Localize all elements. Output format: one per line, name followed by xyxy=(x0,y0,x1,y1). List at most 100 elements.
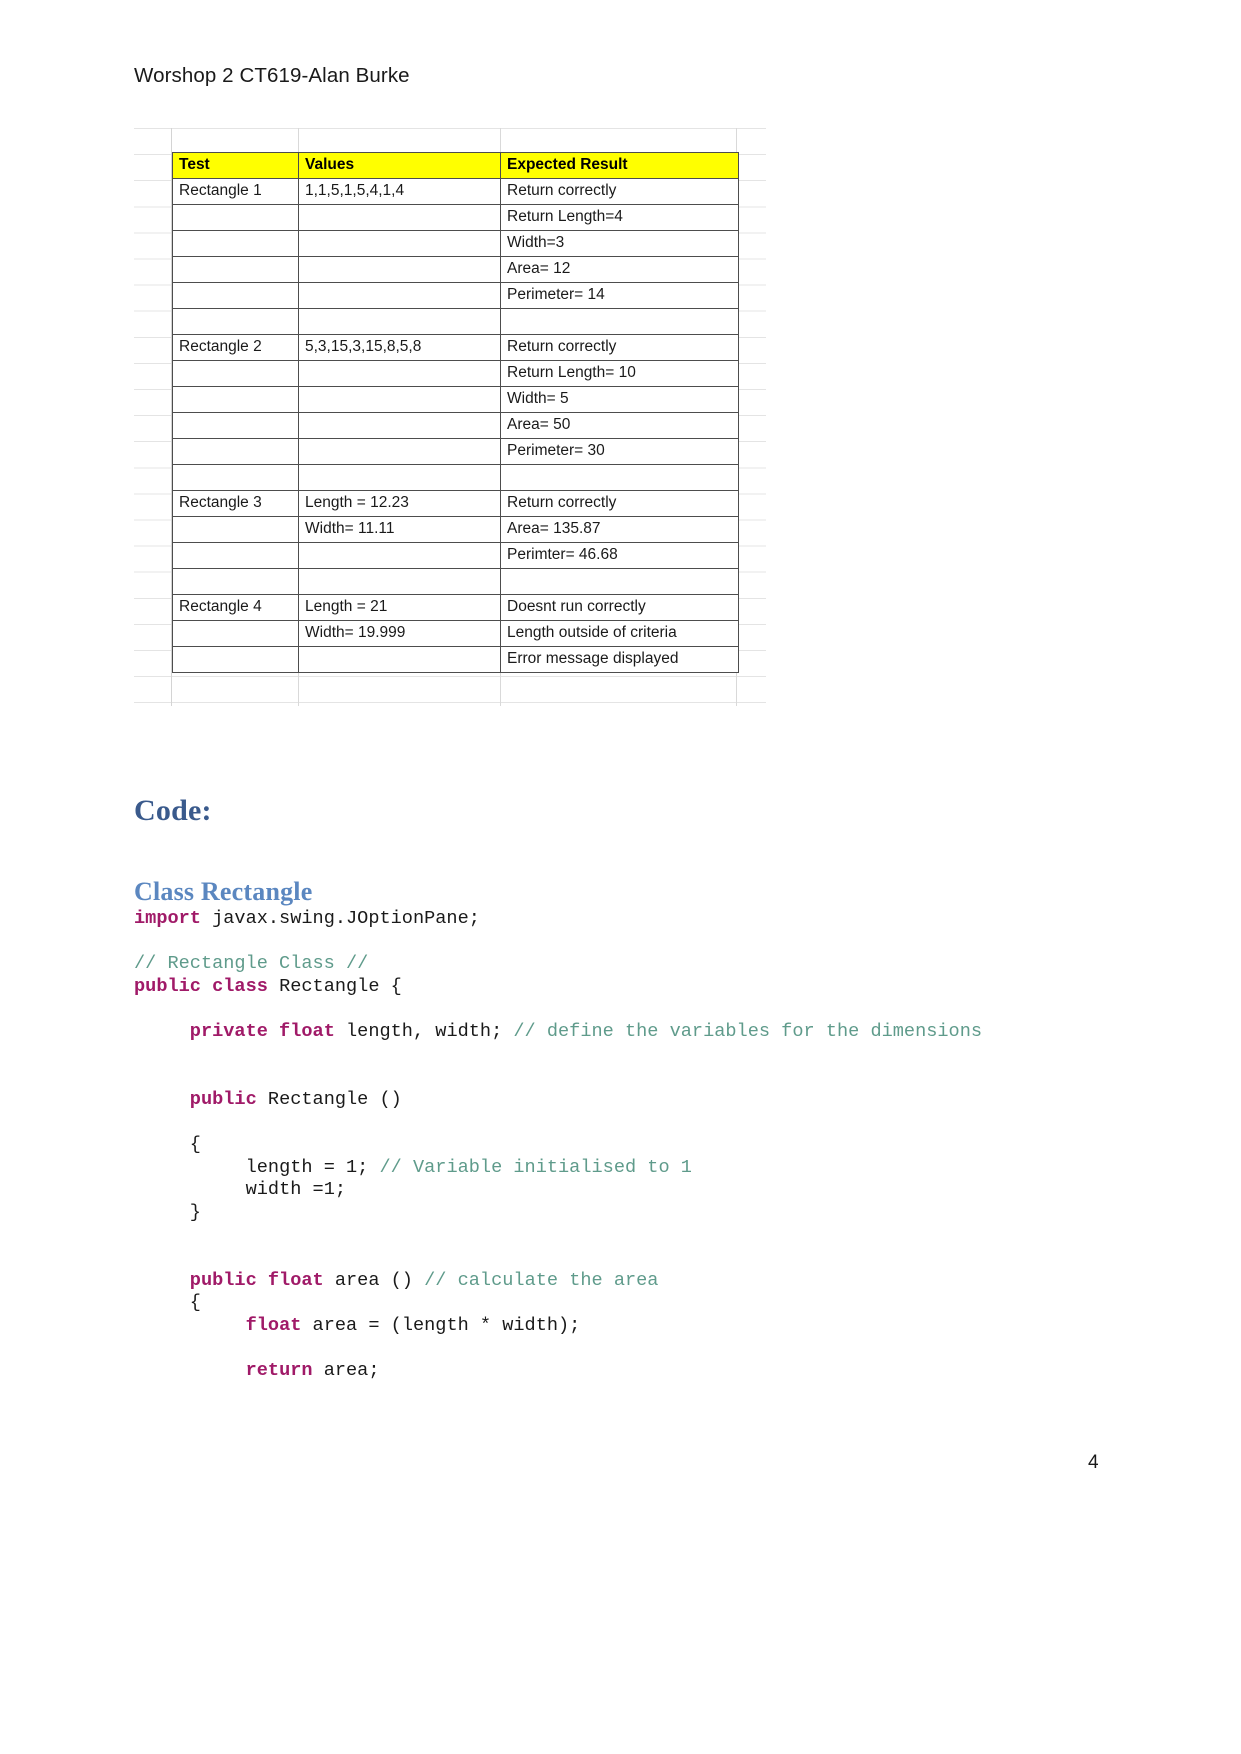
table-row: Area= 12 xyxy=(172,256,739,283)
table-row: Area= 50 xyxy=(172,412,739,439)
cell-values: Length = 21 xyxy=(298,594,501,621)
code-line: length = 1; // Variable initialised to 1 xyxy=(134,1157,1134,1180)
cell-values xyxy=(298,438,501,465)
table-row: Width= 5 xyxy=(172,386,739,413)
cell-values: Width= 19.999 xyxy=(298,620,501,647)
table-row: Rectangle 2 5,3,15,3,15,8,5,8 Return corre… xyxy=(172,334,739,361)
table-row: Perimter= 46.68 xyxy=(172,542,739,569)
heading-code: Code: xyxy=(134,794,212,827)
cell-test: Rectangle 2 xyxy=(172,334,299,361)
table-row: Perimeter= 14 xyxy=(172,282,739,309)
cell-expected: Area= 12 xyxy=(500,256,739,283)
code-token-pl: area = (length * width); xyxy=(301,1314,581,1336)
cell-test xyxy=(172,438,299,465)
code-token-pl: length, width; xyxy=(334,1020,514,1042)
cell-values xyxy=(298,230,501,257)
heading-class-rectangle: Class Rectangle xyxy=(134,877,313,906)
cell-test xyxy=(172,646,299,673)
page-header-title: Worshop 2 CT619-Alan Burke xyxy=(134,64,410,87)
table-row: Width= 11.11 Area= 135.87 xyxy=(172,516,739,543)
cell-expected: Area= 50 xyxy=(500,412,739,439)
cell-expected: Perimter= 46.68 xyxy=(500,542,739,569)
table-row: Return Length= 10 xyxy=(172,360,739,387)
cell-values: 5,3,15,3,15,8,5,8 xyxy=(298,334,501,361)
cell-expected xyxy=(500,568,739,595)
table-body: Rectangle 1 1,1,5,1,5,4,1,4 Return correct… xyxy=(172,178,739,673)
column-header-expected: Expected Result xyxy=(500,152,739,179)
cell-values xyxy=(298,386,501,413)
cell-test xyxy=(172,464,299,491)
page-number: 4 xyxy=(1088,1452,1099,1473)
table-row: Width= 19.999 Length outside of criteria xyxy=(172,620,739,647)
table-row xyxy=(172,568,739,595)
code-token-pl: area; xyxy=(312,1359,380,1381)
cell-values xyxy=(298,412,501,439)
cell-test xyxy=(172,282,299,309)
column-header-test: Test xyxy=(172,152,299,179)
cell-expected: Return correctly xyxy=(500,178,739,205)
table-header-row: Test Values Expected Result xyxy=(172,152,739,179)
cell-expected: Return correctly xyxy=(500,334,739,361)
cell-expected: Doesnt run correctly xyxy=(500,594,739,621)
cell-expected: Perimeter= 14 xyxy=(500,282,739,309)
cell-values: Width= 11.11 xyxy=(298,516,501,543)
cell-test xyxy=(172,568,299,595)
cell-test xyxy=(172,256,299,283)
code-token-kw: import xyxy=(134,908,201,929)
test-case-table: Test Values Expected Result Rectangle 11… xyxy=(172,152,739,673)
test-table-screenshot: Test Values Expected Result Rectangle 11… xyxy=(134,128,766,706)
code-line: float area = (length * width); xyxy=(134,1315,1134,1338)
cell-expected: Width= 5 xyxy=(500,386,739,413)
cell-values xyxy=(298,308,501,335)
code-line: { xyxy=(134,1134,1134,1157)
table-row xyxy=(172,308,739,335)
code-token-pl: { xyxy=(134,1292,201,1314)
cell-test xyxy=(172,620,299,647)
cell-test xyxy=(172,542,299,569)
column-header-values: Values xyxy=(298,152,501,179)
cell-test xyxy=(172,230,299,257)
cell-test: Rectangle 4 xyxy=(172,594,299,621)
cell-test: Rectangle 1 xyxy=(172,178,299,205)
code-token-cm: // Rectangle Class // xyxy=(134,953,369,975)
cell-values: Length = 12.23 xyxy=(298,490,501,517)
code-token-pl: { xyxy=(134,1133,201,1155)
code-token-kw: return xyxy=(245,1359,313,1381)
cell-values xyxy=(298,282,501,309)
cell-values xyxy=(298,256,501,283)
code-line: return area; xyxy=(134,1360,1134,1383)
cell-test xyxy=(172,386,299,413)
code-token-pl: Rectangle { xyxy=(267,975,402,997)
code-listing: import javax.swing.JOptionPane; // Recta… xyxy=(134,908,1134,1382)
code-token-cm: // define the variables for the dimensio… xyxy=(513,1020,983,1042)
code-token-pl: } xyxy=(134,1201,201,1223)
code-line: } xyxy=(134,1202,1134,1225)
cell-expected: Return Length=4 xyxy=(500,204,739,231)
cell-values xyxy=(298,646,501,673)
cell-expected: Return Length= 10 xyxy=(500,360,739,387)
code-token-pl: area () xyxy=(323,1269,425,1291)
cell-values xyxy=(298,542,501,569)
cell-expected: Return correctly xyxy=(500,490,739,517)
cell-expected: Area= 135.87 xyxy=(500,516,739,543)
code-token-kw: private float xyxy=(189,1020,335,1042)
code-line: public Rectangle () xyxy=(134,1089,1134,1112)
code-token-kw: public xyxy=(189,1088,257,1110)
code-token-pl: length = 1; xyxy=(134,1156,380,1178)
cell-expected: Length outside of criteria xyxy=(500,620,739,647)
cell-test xyxy=(172,308,299,335)
code-line: // Rectangle Class // xyxy=(134,953,1134,976)
table-row: Error message displayed xyxy=(172,646,739,673)
cell-expected: Error message displayed xyxy=(500,646,739,673)
cell-test xyxy=(172,360,299,387)
